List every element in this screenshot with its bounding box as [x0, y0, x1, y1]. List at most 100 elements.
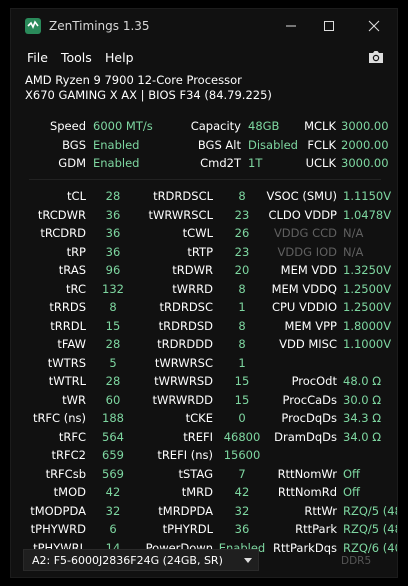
window-title: ZenTimings 1.35 [49, 19, 150, 33]
timings-value: 564 [102, 429, 124, 444]
title-bar[interactable]: ZenTimings 1.35 [11, 9, 397, 43]
timings-label: tWTRL [48, 374, 86, 388]
timings-value: 15 [105, 318, 121, 333]
timings-value: 32 [105, 503, 121, 518]
timings-label: tWR [62, 392, 86, 407]
top-value: 3000.00 [341, 156, 389, 170]
timings-value: 1.1150V [343, 189, 392, 203]
timings-label: tMOD [53, 485, 86, 499]
cpu-name: AMD Ryzen 9 7900 12-Core Processor [25, 73, 242, 87]
timings-value: 659 [102, 448, 124, 462]
top-label: Speed [49, 119, 86, 133]
top-label: UCLK [305, 156, 336, 170]
top-value: 3000.00 [341, 119, 389, 133]
timings-value: 30.0 Ω [343, 392, 382, 407]
timings-value: 1 [238, 355, 246, 370]
timings-label: tRDRDSD [158, 318, 213, 333]
timings-value: 36 [105, 207, 121, 222]
timings-label: RttPark [295, 522, 337, 536]
timings-label: tRDRDDD [157, 337, 213, 351]
top-value: 2000.00 [341, 137, 389, 152]
timings-label: tWRRD [172, 281, 213, 296]
timings-label: tRFC (ns) [32, 411, 86, 425]
menu-file[interactable]: File [27, 50, 48, 65]
timings-label: tFAW [57, 337, 86, 351]
timings-label: tRC [66, 281, 86, 296]
timings-value: 28 [105, 374, 121, 388]
timings-label: tRAS [58, 263, 86, 277]
timings-value: 15600 [223, 448, 261, 462]
top-value: Enabled [93, 137, 140, 152]
timings-label: CLDO VDDP [268, 207, 337, 222]
timings-value: RZQ/5 (48) [343, 503, 397, 518]
timings-label: tRFC2 [51, 448, 86, 462]
timings-label: MEM VDDQ [271, 281, 337, 296]
close-icon[interactable] [366, 18, 382, 34]
top-value: 6000 MT/s [93, 119, 153, 133]
app-window: ZenTimings 1.35 File Tools Help AMD Ryze… [10, 8, 398, 578]
timings-value: 42 [105, 485, 121, 499]
timings-label: ProcOdt [291, 374, 337, 388]
timings-label: tRDWR [172, 263, 213, 277]
system-info: AMD Ryzen 9 7900 12-Core Processor X670 … [25, 73, 383, 111]
timings-value: 1.0478V [343, 207, 392, 222]
timings-label: VDDG IOD [277, 244, 337, 259]
timings-label: tREFI [183, 429, 213, 444]
timings-value: Off [343, 485, 360, 499]
module-select[interactable]: A2: F5-6000J2836F24G (24GB, SR) [23, 549, 259, 571]
camera-icon[interactable] [367, 49, 385, 65]
menu-help[interactable]: Help [105, 50, 134, 65]
chevron-down-icon [244, 558, 252, 563]
timings-label: MEM VPP [284, 318, 337, 333]
timings-value: Off [343, 466, 360, 481]
minimize-icon[interactable] [283, 18, 299, 34]
timings-label: DramDqDs [274, 429, 337, 444]
top-value: Enabled [93, 156, 140, 170]
timings-label: VDD MISC [279, 337, 337, 351]
top-label: BGS [62, 137, 86, 152]
timings-label: tRFC [58, 429, 86, 444]
timings-value: N/A [343, 244, 364, 259]
zentimings-logo-icon [25, 18, 41, 34]
timings-value: 28 [105, 337, 121, 351]
timings-label: tRCDWR [37, 207, 86, 222]
timings-label: tWRWRSD [154, 374, 213, 388]
timings-label: CPU VDDIO [271, 300, 337, 314]
timings-label: tWRWRSCL [148, 207, 213, 222]
timings-value: 132 [102, 281, 124, 296]
maximize-icon[interactable] [321, 18, 337, 34]
timings-label: RttNomRd [277, 485, 337, 499]
timings-label: tMODPDA [30, 503, 86, 518]
timings-label: VDDG CCD [273, 226, 337, 240]
timings-label: tCL [67, 189, 86, 203]
timings-label: RttWr [304, 503, 337, 518]
timings-label: tPHYWRD [30, 522, 86, 536]
menu-tools[interactable]: Tools [61, 50, 92, 65]
timings-label: tMRDPDA [158, 503, 213, 518]
section-divider [29, 179, 381, 180]
menu-bar: File Tools Help [11, 45, 397, 71]
top-label: FCLK [307, 137, 336, 152]
timings-value: 34.3 Ω [343, 411, 382, 425]
top-label: BGS Alt [197, 137, 241, 152]
top-label: Capacity [190, 119, 241, 133]
timings-label: tRDRDSCL [153, 189, 213, 203]
timings-value: 1.2500V [343, 300, 392, 314]
timings-label: tMRD [181, 485, 213, 499]
top-label: Cmd2T [200, 156, 241, 170]
timings-value: 96 [105, 263, 121, 277]
top-label: MCLK [304, 119, 336, 133]
timings-label: tRFCsb [45, 466, 86, 481]
timings-value: 28 [105, 189, 121, 203]
timings-value: 569 [102, 466, 124, 481]
timings-label: tSTAG [178, 466, 213, 481]
timings-label: tRDRDSC [159, 300, 213, 314]
timings-label: tWRWRDD [152, 392, 213, 407]
timings-value: 1.8000V [343, 318, 392, 333]
timings-value: 1.3250V [343, 263, 392, 277]
timings-label: RttNomWr [277, 466, 337, 481]
timings-value: 36 [105, 226, 121, 240]
timings-value: RZQ/5 (48) [343, 522, 397, 536]
timings-value: 188 [102, 411, 124, 425]
timings-label: tRRDS [49, 300, 86, 314]
